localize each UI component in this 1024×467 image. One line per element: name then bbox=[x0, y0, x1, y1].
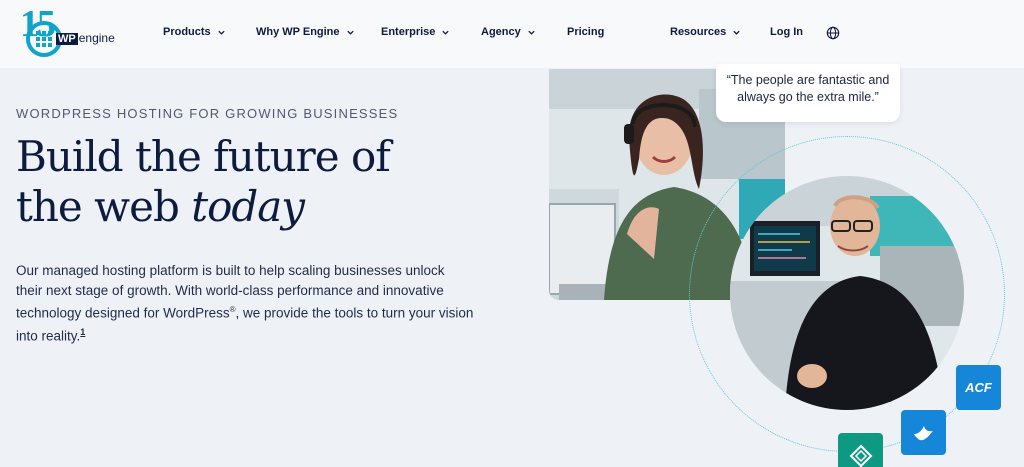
logo-grid-icon bbox=[36, 31, 52, 47]
hero-headline: Build the future of the web today bbox=[16, 132, 391, 232]
chevron-down-icon bbox=[442, 30, 450, 35]
nav-log-in[interactable]: Log In bbox=[770, 26, 803, 38]
nav-resources[interactable]: Resources bbox=[670, 26, 741, 38]
chevron-down-icon bbox=[218, 30, 225, 35]
chevron-down-icon bbox=[346, 30, 354, 35]
nav-why-wp-engine[interactable]: Why WP Engine bbox=[256, 26, 355, 38]
globe-icon[interactable] bbox=[826, 26, 840, 40]
nav-enterprise[interactable]: Enterprise bbox=[381, 26, 450, 38]
nav-agency[interactable]: Agency bbox=[481, 26, 536, 38]
chevron-down-icon bbox=[528, 30, 535, 35]
genesis-logo-icon bbox=[838, 433, 883, 467]
headline-line-2: the web bbox=[16, 182, 192, 231]
headline-line-1: Build the future of bbox=[16, 132, 391, 181]
bird-logo-icon bbox=[901, 410, 946, 455]
nav-pricing[interactable]: Pricing bbox=[567, 26, 604, 38]
footnote-link[interactable]: 1 bbox=[80, 327, 85, 337]
headline-emphasis: today bbox=[191, 182, 305, 231]
hero-eyebrow: WORDPRESS HOSTING FOR GROWING BUSINESSES bbox=[16, 106, 399, 121]
testimonial-quote: “The people are fantastic and always go … bbox=[716, 64, 900, 122]
developer-photo bbox=[730, 176, 964, 410]
top-navigation: 15 WP engine Products Why WP Engine Enter… bbox=[0, 0, 1024, 68]
hero-description: Our managed hosting platform is built to… bbox=[16, 263, 474, 344]
wp-engine-15-logo[interactable]: 15 WP engine bbox=[20, 5, 120, 57]
acf-plugin-badge: ACF bbox=[956, 365, 1001, 410]
nav-products[interactable]: Products bbox=[163, 26, 226, 38]
chevron-down-icon bbox=[733, 30, 740, 35]
logo-wordmark: WP engine bbox=[56, 31, 115, 45]
